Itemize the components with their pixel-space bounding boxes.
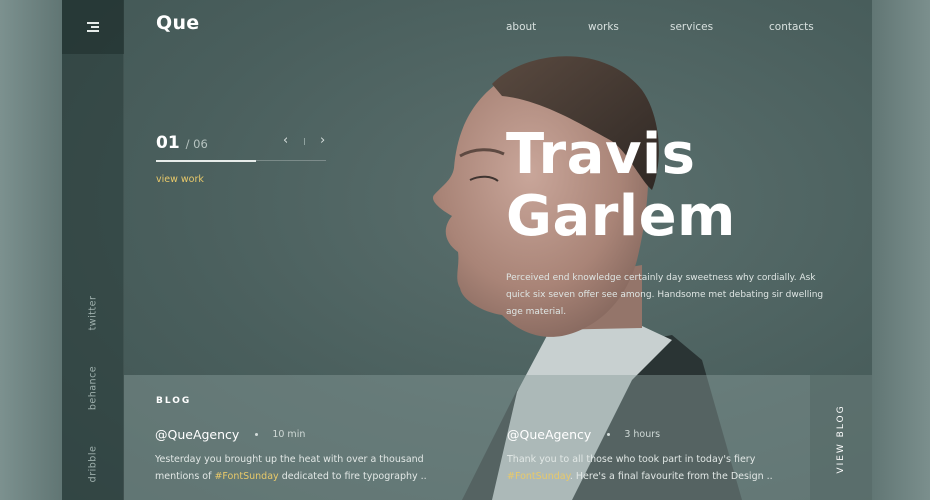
nav-services[interactable]: services [670,21,713,33]
site-frame: twitter behance dribble Que about works … [62,0,872,500]
slide-counter: 01 / 06 [156,133,208,153]
arrow-divider [304,138,305,145]
hero-title: Travis Garlem [506,124,866,248]
blog-panel: BLOG @QueAgency 10 min Yesterday you bro… [124,375,810,500]
view-blog-button[interactable]: VIEW BLOG [810,375,872,500]
separator-dot [255,432,259,436]
nav-contacts[interactable]: contacts [769,21,814,33]
post-time: 3 hours [624,428,661,440]
post-body: Thank you to all those who took part in … [507,454,773,482]
social-link-twitter[interactable]: twitter [88,296,99,331]
view-work-link[interactable]: view work [156,174,204,185]
hero-first-name: Travis [506,122,696,187]
post-time: 10 min [272,428,306,440]
slide-current: 01 [156,133,180,153]
hamburger-icon [87,22,99,32]
post-body: Yesterday you brought up the heat with o… [155,454,427,482]
hero-last-name: Garlem [506,184,736,249]
social-link-behance[interactable]: behance [88,366,99,410]
nav-works[interactable]: works [588,21,619,33]
hashtag-link[interactable]: #FontSunday [507,471,570,482]
blog-title: BLOG [156,396,192,406]
post-handle[interactable]: @QueAgency [507,427,591,442]
side-rail: twitter behance dribble [62,0,124,500]
blog-post[interactable]: @QueAgency 10 min Yesterday you brought … [155,426,445,485]
blog-post[interactable]: @QueAgency 3 hours Thank you to all thos… [507,426,797,485]
slide-total: / 06 [185,137,208,151]
slide-progress-fill [156,159,257,162]
logo[interactable]: Que [156,12,199,34]
slide-progress-track [156,159,326,162]
hashtag-link[interactable]: #FontSunday [214,471,278,482]
chevron-left-icon[interactable]: ‹ [283,134,288,147]
separator-dot [607,432,611,436]
post-handle[interactable]: @QueAgency [155,427,239,442]
view-blog-label: VIEW BLOG [836,404,846,474]
chevron-right-icon[interactable]: › [320,134,325,147]
social-link-dribble[interactable]: dribble [88,446,99,483]
nav-about[interactable]: about [506,21,536,33]
menu-button[interactable] [62,0,124,54]
hero-description: Perceived end knowledge certainly day sw… [506,273,824,317]
